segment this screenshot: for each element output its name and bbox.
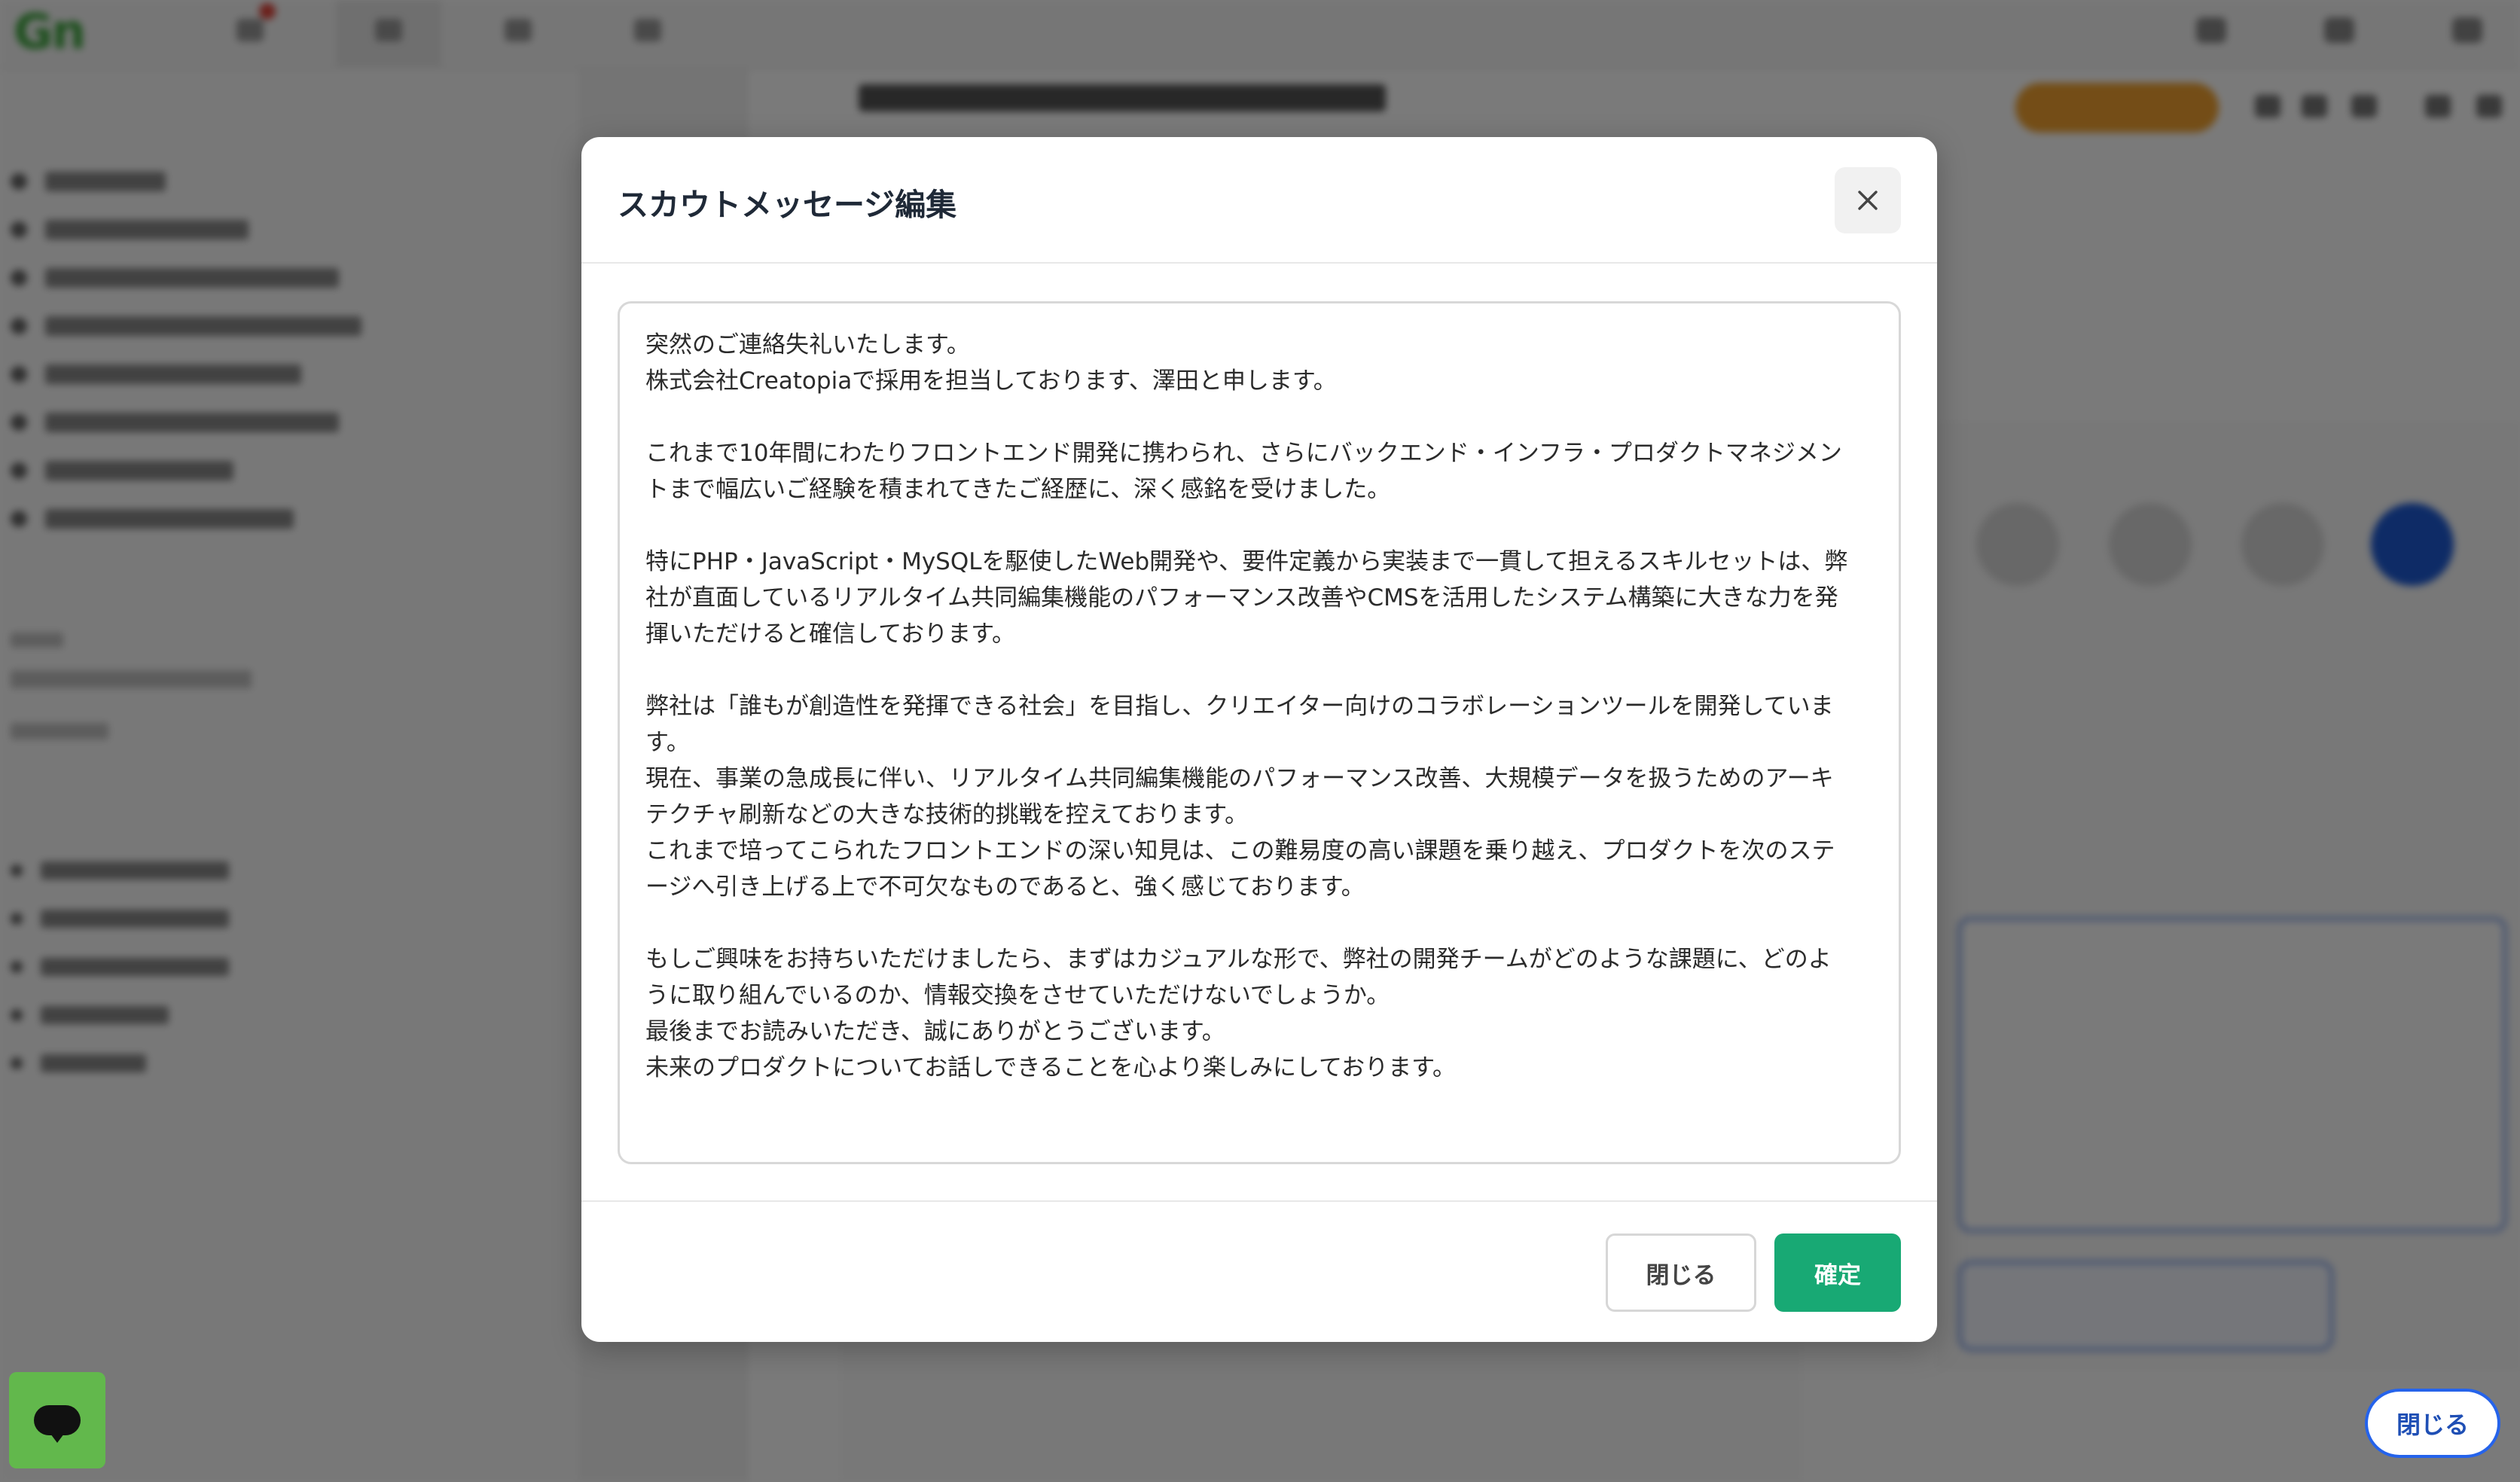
message-line: トまで幅広いご経験を積まれてきたご経歴に、深く感銘を受けました。 bbox=[645, 476, 1391, 503]
floating-close-button[interactable]: 閉じる bbox=[2365, 1389, 2500, 1458]
confirm-button[interactable]: 確定 bbox=[1774, 1233, 1901, 1312]
message-line: 現在、事業の急成長に伴い、リアルタイム共同編集機能のパフォーマンス改善、大規模デ… bbox=[645, 765, 1834, 792]
message-line: これまで10年間にわたりフロントエンド開発に携わられ、さらにバックエンド・インフ… bbox=[645, 440, 1842, 467]
message-line: ージへ引き上げる上で不可欠なものであると、強く感じております。 bbox=[645, 874, 1365, 901]
message-line: 未来のプロダクトについてお話しできることを心より楽しみにしております。 bbox=[645, 1054, 1457, 1081]
message-line bbox=[645, 651, 1881, 688]
message-line: 特にPHP・JavaScript・MySQLを駆使したWeb開発や、要件定義から… bbox=[645, 548, 1848, 575]
app-screen: Gn bbox=[0, 0, 2520, 1482]
message-line bbox=[645, 904, 1881, 941]
message-line: 突然のご連絡失礼いたします。 bbox=[645, 331, 970, 358]
chat-icon bbox=[34, 1405, 81, 1443]
message-line: もしご興味をお持ちいただけましたら、まずはカジュアルな形で、弊社の開発チームがど… bbox=[645, 946, 1832, 973]
message-line bbox=[645, 507, 1881, 543]
message-line: 社が直面しているリアルタイム共同編集機能のパフォーマンス改善やCMSを活用したシ… bbox=[645, 584, 1838, 611]
scout-message-edit-modal: スカウトメッセージ編集 突然のご連絡失礼いたします。株式会社Creatopiaで… bbox=[581, 137, 1937, 1342]
modal-footer: 閉じる 確定 bbox=[581, 1200, 1937, 1342]
message-textarea[interactable]: 突然のご連絡失礼いたします。株式会社Creatopiaで採用を担当しております、… bbox=[618, 301, 1901, 1164]
message-line: テクチャ刷新などの大きな技術的挑戦を控えております。 bbox=[645, 801, 1249, 828]
message-line: これまで培ってこられたフロントエンドの深い知見は、この難易度の高い課題を乗り越え… bbox=[645, 837, 1835, 864]
message-line: 株式会社Creatopiaで採用を担当しております、澤田と申します。 bbox=[645, 367, 1337, 395]
modal-close-button[interactable] bbox=[1835, 167, 1901, 233]
chat-button[interactable] bbox=[9, 1372, 105, 1468]
close-icon bbox=[1858, 191, 1878, 210]
message-line: 最後までお読みいただき、誠にありがとうございます。 bbox=[645, 1018, 1225, 1045]
message-line: 弊社は「誰もが創造性を発揮できる社会」を目指し、クリエイター向けのコラボレーショ… bbox=[645, 693, 1834, 720]
close-button[interactable]: 閉じる bbox=[1606, 1233, 1756, 1312]
message-text: 突然のご連絡失礼いたします。株式会社Creatopiaで採用を担当しております、… bbox=[645, 326, 1881, 1085]
modal-header: スカウトメッセージ編集 bbox=[581, 137, 1937, 264]
message-line: す。 bbox=[645, 729, 690, 756]
message-line: うに取り組んでいるのか、情報交換をさせていただけないでしょうか。 bbox=[645, 982, 1390, 1009]
message-line bbox=[645, 398, 1881, 435]
message-line: 揮いただけると確信しております。 bbox=[645, 621, 1016, 648]
modal-title: スカウトメッセージ編集 bbox=[618, 187, 957, 223]
